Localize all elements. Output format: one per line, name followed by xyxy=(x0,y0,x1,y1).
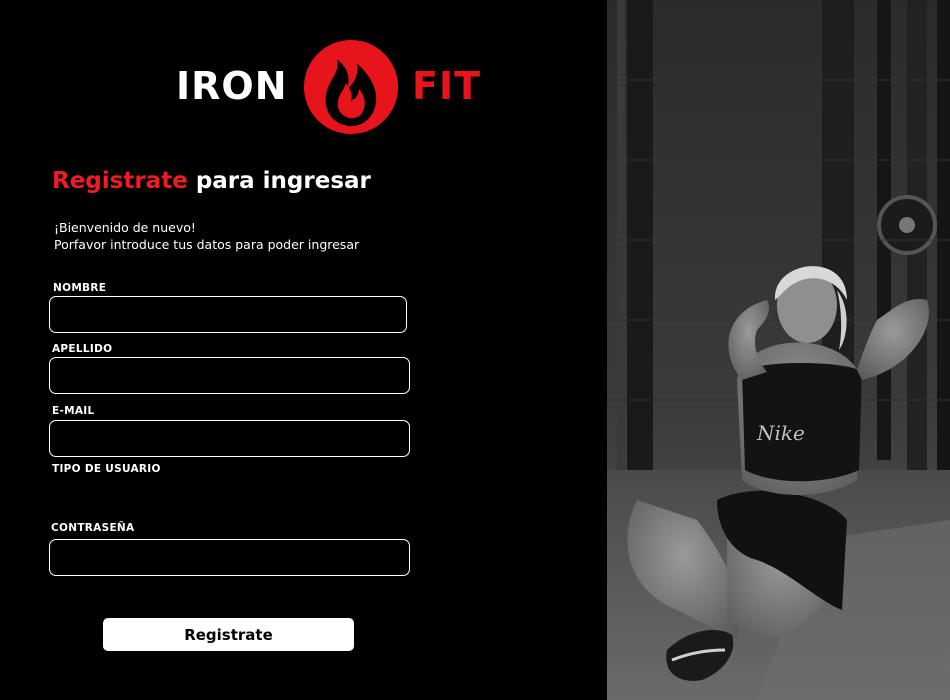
welcome-line-2: Porfavor introduce tus datos para poder … xyxy=(54,237,360,252)
brand-word-fit: FIT xyxy=(412,64,482,108)
password-input[interactable] xyxy=(49,539,410,576)
register-button[interactable]: Registrate xyxy=(103,618,354,651)
hero-photo-image: Nike xyxy=(607,0,950,700)
apellido-input[interactable] xyxy=(49,357,410,394)
brand-word-iron: IRON xyxy=(176,64,288,108)
registration-panel: IRON FIT Registrate para ingresar ¡Bienv… xyxy=(0,0,607,700)
welcome-message: ¡Bienvenido de nuevo! Porfavor introduce… xyxy=(54,219,359,253)
hero-shirt-logo: Nike xyxy=(756,421,805,445)
email-input[interactable] xyxy=(49,420,410,457)
password-label: CONTRASEÑA xyxy=(51,522,135,534)
hero-photo: Nike xyxy=(607,0,950,700)
apellido-label: APELLIDO xyxy=(52,343,113,355)
tipo-usuario-label: TIPO DE USUARIO xyxy=(52,463,161,475)
nombre-input[interactable] xyxy=(49,296,407,333)
brand-logo: IRON FIT xyxy=(176,38,481,138)
email-label: E-MAIL xyxy=(52,405,95,417)
page-title-rest: para ingresar xyxy=(187,168,371,194)
welcome-line-1: ¡Bienvenido de nuevo! xyxy=(54,220,196,235)
flame-icon xyxy=(303,39,399,135)
page-title: Registrate para ingresar xyxy=(52,164,371,198)
page-title-accent: Registrate xyxy=(52,168,188,194)
nombre-label: NOMBRE xyxy=(53,282,107,294)
